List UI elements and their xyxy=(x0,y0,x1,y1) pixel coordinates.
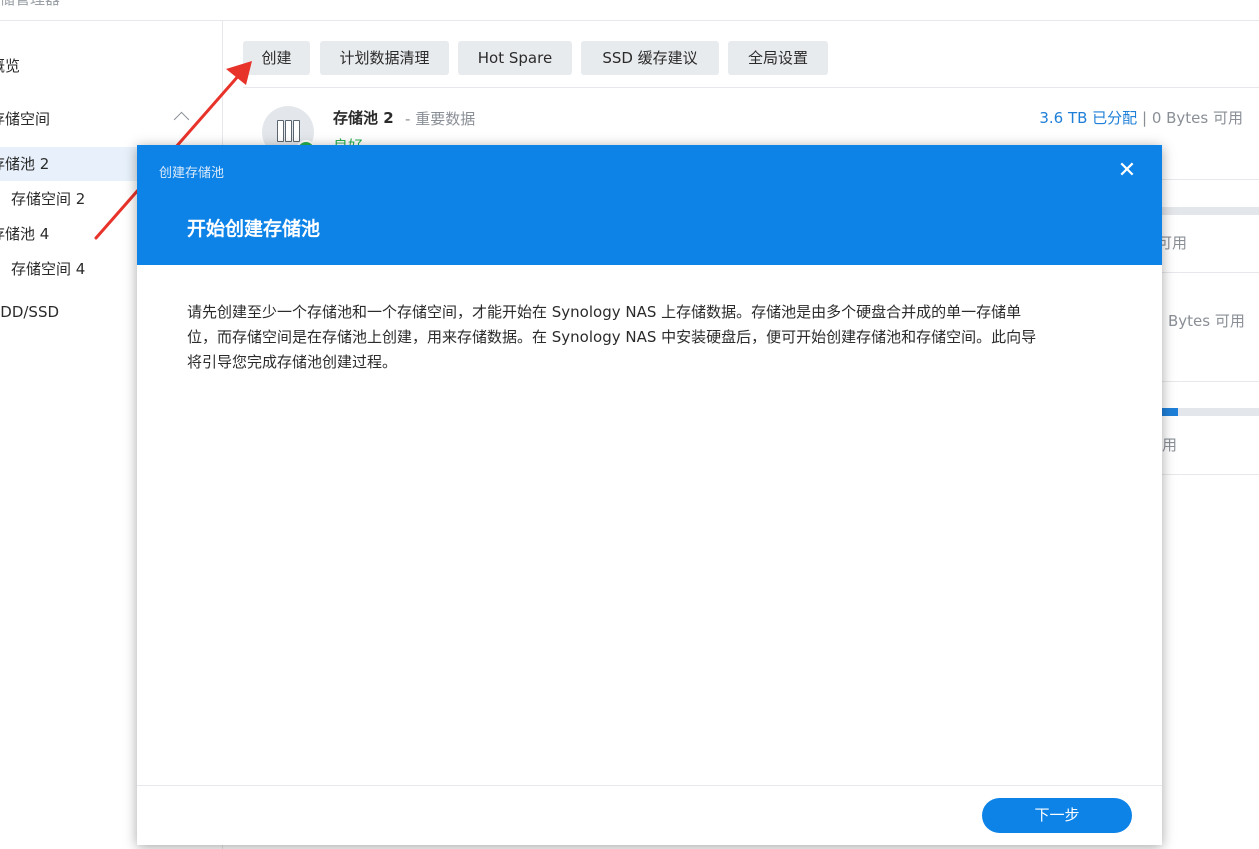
create-pool-dialog: 创建存储池 ✕ 开始创建存储池 请先创建至少一个存储池和一个存储空间，才能开始在… xyxy=(137,145,1162,845)
close-icon[interactable]: ✕ xyxy=(1115,159,1139,183)
next-button[interactable]: 下一步 xyxy=(982,798,1132,833)
description-line: 将引导您完成存储池创建过程。 xyxy=(187,353,398,371)
dialog-window-title: 创建存储池 xyxy=(159,166,225,181)
description-line: 请先创建至少一个存储池和一个存储空间，才能开始在 Synology NAS 上存… xyxy=(187,303,1022,321)
dialog-step-title: 开始创建存储池 xyxy=(187,218,321,240)
dialog-description: 请先创建至少一个存储池和一个存储空间，才能开始在 Synology NAS 上存… xyxy=(187,300,1117,375)
dialog-footer-divider xyxy=(137,785,1162,786)
dialog-header: 创建存储池 ✕ 开始创建存储池 xyxy=(137,145,1162,265)
description-line: 位，而存储空间是在存储池上创建，用来存储数据。在 Synology NAS 中安… xyxy=(187,328,1037,346)
